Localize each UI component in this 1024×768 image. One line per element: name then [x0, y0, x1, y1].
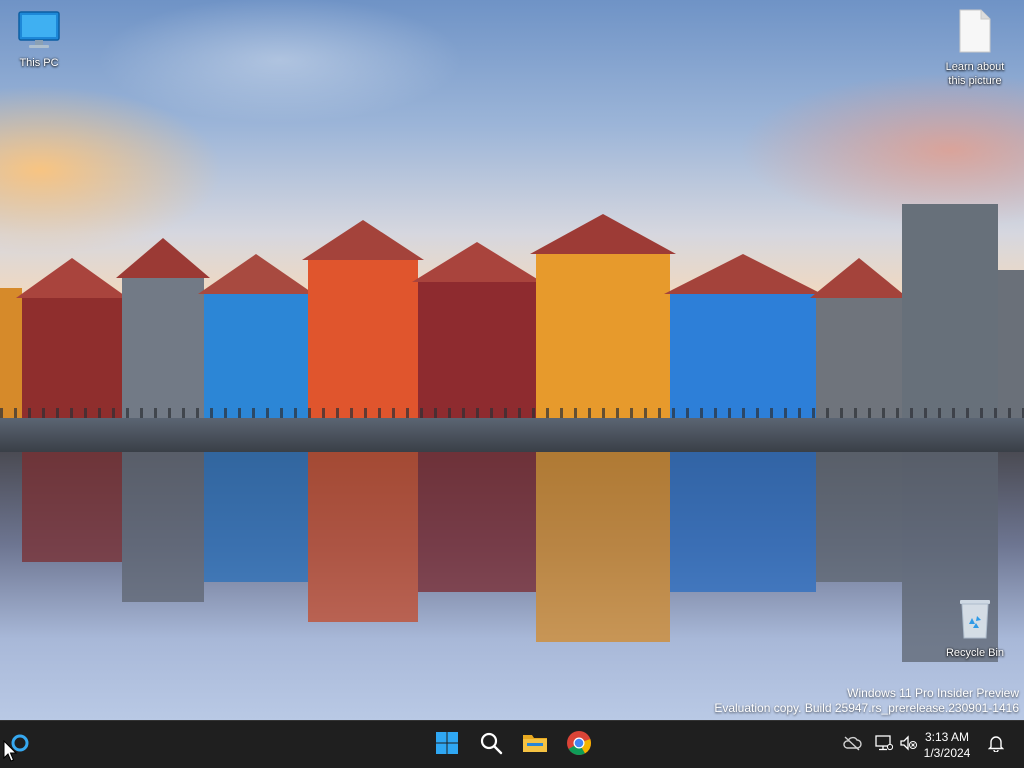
- desktop-icon-label: Learn about this picture: [945, 61, 1005, 87]
- desktop-icon-label: Recycle Bin: [945, 647, 1005, 659]
- search-icon: [479, 731, 503, 760]
- desktop-icon-learn-about-picture[interactable]: Learn about this picture: [937, 8, 1013, 88]
- file-explorer-button[interactable]: [517, 727, 553, 763]
- folder-icon: [522, 731, 548, 760]
- document-icon: [937, 8, 1013, 58]
- start-button[interactable]: [429, 727, 465, 763]
- search-button[interactable]: [473, 727, 509, 763]
- onedrive-offline-button[interactable]: [842, 735, 862, 755]
- cloud-offline-icon: [842, 735, 862, 756]
- taskbar-clock[interactable]: 3:13 AM 1/3/2024: [911, 729, 983, 761]
- clock-date: 1/3/2024: [923, 746, 971, 760]
- recycle-bin-icon: [937, 596, 1013, 644]
- mouse-cursor-icon: [3, 739, 18, 767]
- desktop-icon-label: This PC: [19, 57, 59, 69]
- network-button[interactable]: [874, 734, 894, 756]
- monitor-icon: [1, 10, 77, 54]
- wallpaper-rail: [0, 408, 1024, 418]
- desktop-icon-recycle-bin[interactable]: Recycle Bin: [937, 596, 1013, 660]
- wallpaper-dock: [0, 418, 1024, 452]
- clock-time: 3:13 AM: [924, 730, 970, 744]
- desktop: This PC Learn about this picture Recycle…: [0, 0, 1024, 768]
- watermark-line-1: Windows 11 Pro Insider Preview: [847, 686, 1019, 700]
- watermark-line-2: Evaluation copy. Build 25947.rs_prerelea…: [714, 701, 1019, 715]
- windows-start-icon: [435, 731, 459, 760]
- chrome-button[interactable]: [561, 727, 597, 763]
- notification-bell-icon: [987, 734, 1005, 757]
- notifications-button[interactable]: [986, 735, 1006, 755]
- evaluation-watermark: Windows 11 Pro Insider Preview Evaluatio…: [714, 686, 1019, 716]
- taskbar: 3:13 AM 1/3/2024: [0, 720, 1024, 768]
- chrome-icon: [566, 730, 592, 761]
- network-icon: [875, 734, 894, 756]
- desktop-icon-this-pc[interactable]: This PC: [1, 10, 77, 70]
